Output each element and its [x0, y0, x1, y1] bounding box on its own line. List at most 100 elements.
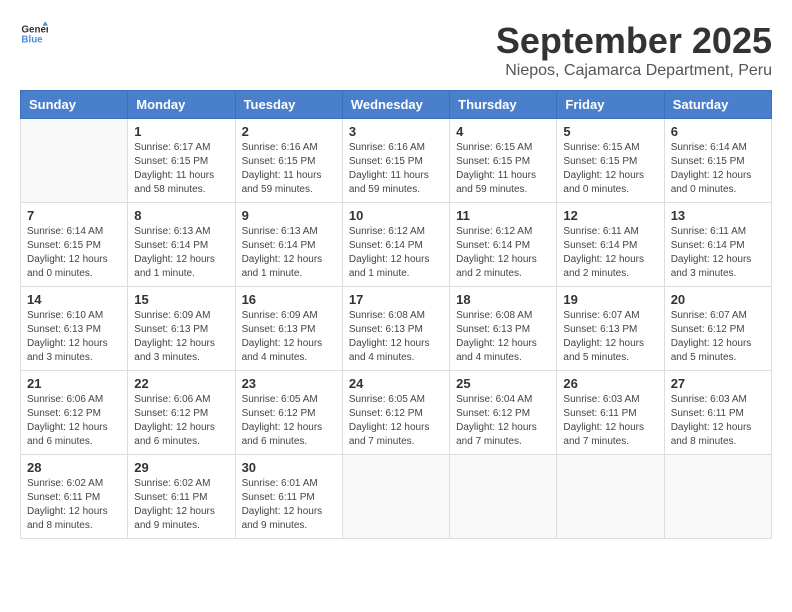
month-title: September 2025 [496, 20, 772, 62]
day-number: 26 [563, 376, 657, 391]
day-header-friday: Friday [557, 91, 664, 119]
day-number: 7 [27, 208, 121, 223]
calendar-cell [450, 455, 557, 539]
cell-content: Sunrise: 6:07 AM Sunset: 6:13 PM Dayligh… [563, 309, 657, 365]
cell-content: Sunrise: 6:11 AM Sunset: 6:14 PM Dayligh… [671, 225, 765, 281]
day-number: 12 [563, 208, 657, 223]
calendar-cell: 6 Sunrise: 6:14 AM Sunset: 6:15 PM Daylig… [664, 119, 771, 203]
day-header-wednesday: Wednesday [342, 91, 449, 119]
day-number: 22 [134, 376, 228, 391]
cell-content: Sunrise: 6:07 AM Sunset: 6:12 PM Dayligh… [671, 309, 765, 365]
day-number: 5 [563, 124, 657, 139]
cell-content: Sunrise: 6:08 AM Sunset: 6:13 PM Dayligh… [349, 309, 443, 365]
cell-content: Sunrise: 6:05 AM Sunset: 6:12 PM Dayligh… [242, 393, 336, 449]
calendar-cell: 13 Sunrise: 6:11 AM Sunset: 6:14 PM Dayli… [664, 203, 771, 287]
calendar-cell: 3 Sunrise: 6:16 AM Sunset: 6:15 PM Daylig… [342, 119, 449, 203]
cell-content: Sunrise: 6:14 AM Sunset: 6:15 PM Dayligh… [671, 141, 765, 197]
day-number: 2 [242, 124, 336, 139]
cell-content: Sunrise: 6:03 AM Sunset: 6:11 PM Dayligh… [671, 393, 765, 449]
day-number: 30 [242, 460, 336, 475]
cell-content: Sunrise: 6:06 AM Sunset: 6:12 PM Dayligh… [27, 393, 121, 449]
day-number: 11 [456, 208, 550, 223]
cell-content: Sunrise: 6:02 AM Sunset: 6:11 PM Dayligh… [27, 477, 121, 533]
day-number: 6 [671, 124, 765, 139]
day-number: 19 [563, 292, 657, 307]
calendar-cell: 18 Sunrise: 6:08 AM Sunset: 6:13 PM Dayli… [450, 287, 557, 371]
cell-content: Sunrise: 6:15 AM Sunset: 6:15 PM Dayligh… [563, 141, 657, 197]
week-row-2: 7 Sunrise: 6:14 AM Sunset: 6:15 PM Daylig… [21, 203, 772, 287]
calendar-cell: 22 Sunrise: 6:06 AM Sunset: 6:12 PM Dayli… [128, 371, 235, 455]
week-row-4: 21Sunrise: 6:06 AM Sunset: 6:12 PM Dayli… [21, 371, 772, 455]
logo-icon: General Blue [20, 20, 48, 48]
calendar-cell: 11 Sunrise: 6:12 AM Sunset: 6:14 PM Dayli… [450, 203, 557, 287]
calendar-header-row: SundayMondayTuesdayWednesdayThursdayFrid… [21, 91, 772, 119]
calendar-cell: 27 Sunrise: 6:03 AM Sunset: 6:11 PM Dayli… [664, 371, 771, 455]
day-number: 27 [671, 376, 765, 391]
calendar-cell: 2 Sunrise: 6:16 AM Sunset: 6:15 PM Daylig… [235, 119, 342, 203]
cell-content: Sunrise: 6:06 AM Sunset: 6:12 PM Dayligh… [134, 393, 228, 449]
day-header-saturday: Saturday [664, 91, 771, 119]
week-row-5: 28 Sunrise: 6:02 AM Sunset: 6:11 PM Dayli… [21, 455, 772, 539]
day-number: 24 [349, 376, 443, 391]
day-header-tuesday: Tuesday [235, 91, 342, 119]
calendar-cell: 12 Sunrise: 6:11 AM Sunset: 6:14 PM Dayli… [557, 203, 664, 287]
calendar-cell: 20 Sunrise: 6:07 AM Sunset: 6:12 PM Dayli… [664, 287, 771, 371]
calendar-cell: 16 Sunrise: 6:09 AM Sunset: 6:13 PM Dayli… [235, 287, 342, 371]
calendar-cell: 29Sunrise: 6:02 AM Sunset: 6:11 PM Dayli… [128, 455, 235, 539]
day-header-monday: Monday [128, 91, 235, 119]
calendar-cell: 24Sunrise: 6:05 AM Sunset: 6:12 PM Dayli… [342, 371, 449, 455]
calendar-cell: 30 Sunrise: 6:01 AM Sunset: 6:11 PM Dayli… [235, 455, 342, 539]
day-number: 8 [134, 208, 228, 223]
calendar-cell: 15 Sunrise: 6:09 AM Sunset: 6:13 PM Dayli… [128, 287, 235, 371]
cell-content: Sunrise: 6:09 AM Sunset: 6:13 PM Dayligh… [134, 309, 228, 365]
cell-content: Sunrise: 6:13 AM Sunset: 6:14 PM Dayligh… [242, 225, 336, 281]
logo: General Blue [20, 20, 48, 48]
day-number: 28 [27, 460, 121, 475]
title-section: September 2025 Niepos, Cajamarca Departm… [496, 20, 772, 80]
day-number: 10 [349, 208, 443, 223]
cell-content: Sunrise: 6:15 AM Sunset: 6:15 PM Dayligh… [456, 141, 550, 197]
day-number: 15 [134, 292, 228, 307]
day-header-thursday: Thursday [450, 91, 557, 119]
day-number: 18 [456, 292, 550, 307]
cell-content: Sunrise: 6:16 AM Sunset: 6:15 PM Dayligh… [242, 141, 336, 197]
day-number: 4 [456, 124, 550, 139]
cell-content: Sunrise: 6:09 AM Sunset: 6:13 PM Dayligh… [242, 309, 336, 365]
cell-content: Sunrise: 6:01 AM Sunset: 6:11 PM Dayligh… [242, 477, 336, 533]
day-number: 14 [27, 292, 121, 307]
svg-text:Blue: Blue [21, 34, 43, 45]
cell-content: Sunrise: 6:10 AM Sunset: 6:13 PM Dayligh… [27, 309, 121, 365]
calendar-cell: 5 Sunrise: 6:15 AM Sunset: 6:15 PM Daylig… [557, 119, 664, 203]
calendar-cell [664, 455, 771, 539]
day-number: 17 [349, 292, 443, 307]
calendar-table: SundayMondayTuesdayWednesdayThursdayFrid… [20, 90, 772, 539]
cell-content: Sunrise: 6:16 AM Sunset: 6:15 PM Dayligh… [349, 141, 443, 197]
cell-content: Sunrise: 6:08 AM Sunset: 6:13 PM Dayligh… [456, 309, 550, 365]
cell-content: Sunrise: 6:13 AM Sunset: 6:14 PM Dayligh… [134, 225, 228, 281]
cell-content: Sunrise: 6:12 AM Sunset: 6:14 PM Dayligh… [349, 225, 443, 281]
calendar-cell: 28 Sunrise: 6:02 AM Sunset: 6:11 PM Dayli… [21, 455, 128, 539]
day-number: 25 [456, 376, 550, 391]
page-header: General Blue September 2025 Niepos, Caja… [20, 20, 772, 80]
calendar-cell: 14 Sunrise: 6:10 AM Sunset: 6:13 PM Dayli… [21, 287, 128, 371]
week-row-3: 14 Sunrise: 6:10 AM Sunset: 6:13 PM Dayli… [21, 287, 772, 371]
day-number: 3 [349, 124, 443, 139]
calendar-cell [21, 119, 128, 203]
week-row-1: 1Sunrise: 6:17 AM Sunset: 6:15 PM Daylig… [21, 119, 772, 203]
cell-content: Sunrise: 6:11 AM Sunset: 6:14 PM Dayligh… [563, 225, 657, 281]
calendar-cell: 9 Sunrise: 6:13 AM Sunset: 6:14 PM Daylig… [235, 203, 342, 287]
day-number: 13 [671, 208, 765, 223]
calendar-cell: 25Sunrise: 6:04 AM Sunset: 6:12 PM Dayli… [450, 371, 557, 455]
cell-content: Sunrise: 6:03 AM Sunset: 6:11 PM Dayligh… [563, 393, 657, 449]
day-number: 16 [242, 292, 336, 307]
cell-content: Sunrise: 6:17 AM Sunset: 6:15 PM Dayligh… [134, 141, 228, 197]
location-subtitle: Niepos, Cajamarca Department, Peru [496, 62, 772, 80]
calendar-cell: 1Sunrise: 6:17 AM Sunset: 6:15 PM Daylig… [128, 119, 235, 203]
cell-content: Sunrise: 6:02 AM Sunset: 6:11 PM Dayligh… [134, 477, 228, 533]
calendar-cell: 21Sunrise: 6:06 AM Sunset: 6:12 PM Dayli… [21, 371, 128, 455]
day-number: 9 [242, 208, 336, 223]
cell-content: Sunrise: 6:14 AM Sunset: 6:15 PM Dayligh… [27, 225, 121, 281]
day-number: 20 [671, 292, 765, 307]
calendar-cell [342, 455, 449, 539]
cell-content: Sunrise: 6:12 AM Sunset: 6:14 PM Dayligh… [456, 225, 550, 281]
